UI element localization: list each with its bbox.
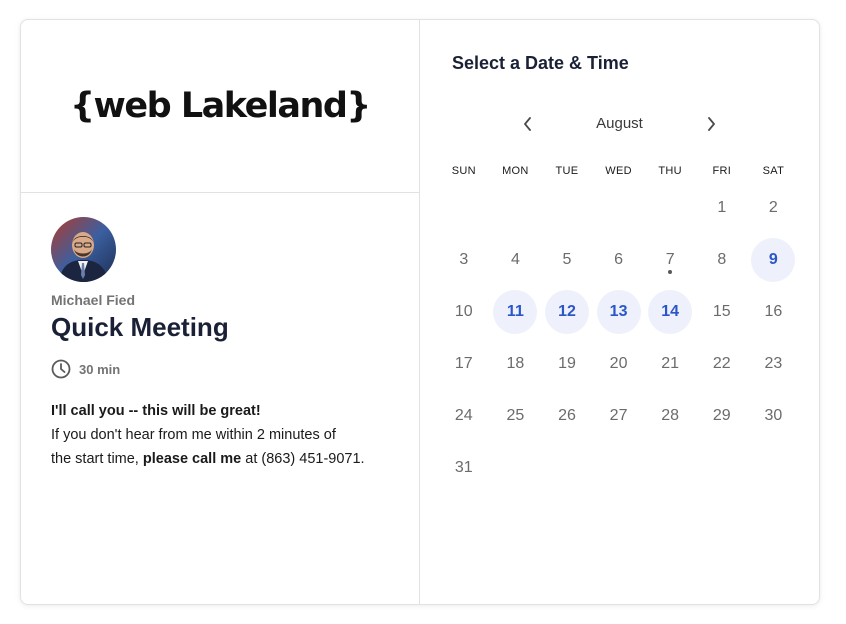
day-28-button: 28 — [661, 407, 680, 424]
weekday-header: SUN MON TUE WED THU FRI SAT — [438, 165, 799, 177]
chevron-right-icon — [705, 116, 717, 132]
weekday-fri: FRI — [712, 165, 732, 177]
day-cell: 20 — [593, 338, 645, 390]
day-29-button: 29 — [712, 407, 731, 424]
day-17-button: 17 — [454, 355, 473, 372]
day-cell: 31 — [438, 442, 490, 494]
day-5-button: 5 — [562, 251, 572, 268]
event-duration: 30 min — [51, 359, 389, 379]
day-cell: 10 — [438, 286, 490, 338]
description-line-1: If you don't hear from me within 2 minut… — [51, 427, 336, 443]
day-cell: 16 — [748, 286, 800, 338]
day-9-available-button[interactable]: 9 — [751, 238, 796, 282]
day-cell: 2 — [748, 182, 800, 234]
day-4-button: 4 — [510, 251, 520, 268]
month-label: August — [596, 115, 643, 132]
day-cell: 26 — [541, 390, 593, 442]
day-21-button: 21 — [661, 355, 680, 372]
description-bold: I'll call you -- this will be great! — [51, 403, 261, 419]
month-navigation: August — [420, 112, 819, 136]
empty-cell — [541, 182, 593, 234]
event-description: I'll call you -- this will be great! If … — [51, 399, 389, 471]
event-info: Michael Fied Quick Meeting 30 min I'll c… — [21, 193, 419, 471]
day-6-button: 6 — [614, 251, 624, 268]
day-cell: 15 — [696, 286, 748, 338]
next-month-button[interactable] — [699, 112, 723, 136]
brand-logo: {web Lakeland} — [70, 86, 371, 126]
day-25-button: 25 — [506, 407, 525, 424]
empty-cell — [490, 182, 542, 234]
calendar-panel: Select a Date & Time August SUN MON TUE WED… — [420, 20, 819, 604]
day-13-available-button[interactable]: 13 — [596, 290, 641, 334]
day-20-button: 20 — [609, 355, 628, 372]
day-cell: 5 — [541, 234, 593, 286]
empty-cell — [593, 182, 645, 234]
day-cell: 30 — [748, 390, 800, 442]
day-cell: 8 — [696, 234, 748, 286]
today-indicator-dot — [668, 270, 673, 274]
empty-cell — [644, 182, 696, 234]
day-27-button: 27 — [609, 407, 628, 424]
section-title: Select a Date & Time — [452, 53, 629, 73]
day-cell: 24 — [438, 390, 490, 442]
day-cell: 27 — [593, 390, 645, 442]
event-details-panel: {web Lakeland} Michael Fied Quick Meetin… — [21, 20, 420, 604]
day-cell: 12 — [541, 286, 593, 338]
day-19-button: 19 — [558, 355, 576, 372]
day-cell: 23 — [748, 338, 800, 390]
weekday-mon: MON — [502, 165, 529, 177]
day-26-button: 26 — [558, 407, 576, 424]
weekday-thu: THU — [658, 165, 682, 177]
avatar — [51, 217, 116, 282]
weekday-sat: SAT — [762, 165, 785, 177]
day-8-button: 8 — [717, 251, 727, 268]
day-11-available-button[interactable]: 11 — [493, 290, 538, 334]
day-cell: 21 — [644, 338, 696, 390]
day-31-button: 31 — [454, 459, 473, 476]
day-14-available-button[interactable]: 14 — [648, 290, 693, 334]
day-7-button: 7 — [648, 238, 692, 282]
weekday-tue: TUE — [555, 165, 579, 177]
day-cell: 19 — [541, 338, 593, 390]
day-cell: 29 — [696, 390, 748, 442]
day-15-button: 15 — [712, 303, 731, 320]
day-cell: 17 — [438, 338, 490, 390]
day-cell: 4 — [490, 234, 542, 286]
host-name: Michael Fied — [51, 292, 136, 308]
day-cell: 11 — [490, 286, 542, 338]
day-18-button: 18 — [506, 355, 525, 372]
day-cell: 22 — [696, 338, 748, 390]
day-cell: 18 — [490, 338, 542, 390]
logo-area: {web Lakeland} — [21, 20, 419, 193]
calendar-grid: 1 2 3 4 5 6 7 8 9 10 11 12 13 14 15 16 17 18 19 20 21 22 23 24 2… — [438, 182, 799, 494]
day-30-button: 30 — [764, 407, 783, 424]
day-16-button: 16 — [764, 303, 783, 320]
empty-cell — [438, 182, 490, 234]
day-23-button: 23 — [764, 355, 783, 372]
booking-card: {web Lakeland} Michael Fied Quick Meetin… — [20, 19, 820, 605]
day-12-available-button[interactable]: 12 — [544, 290, 589, 334]
weekday-wed: WED — [605, 165, 632, 177]
weekday-sun: SUN — [451, 165, 476, 177]
day-cell: 14 — [644, 286, 696, 338]
day-cell: 6 — [593, 234, 645, 286]
day-2-button: 2 — [768, 199, 778, 216]
day-10-button: 10 — [454, 303, 473, 320]
day-cell: 25 — [490, 390, 542, 442]
day-cell: 13 — [593, 286, 645, 338]
duration-label: 30 min — [79, 361, 121, 377]
event-title: Quick Meeting — [51, 312, 229, 342]
description-line-2: the start time, please call me at (863) … — [51, 451, 365, 467]
day-1-button: 1 — [717, 199, 727, 216]
day-cell: 9 — [748, 234, 800, 286]
day-3-button: 3 — [459, 251, 469, 268]
day-cell: 28 — [644, 390, 696, 442]
day-cell: 3 — [438, 234, 490, 286]
clock-icon — [51, 359, 71, 379]
day-cell: 7 — [644, 234, 696, 286]
day-24-button: 24 — [454, 407, 473, 424]
day-cell: 1 — [696, 182, 748, 234]
day-22-button: 22 — [712, 355, 731, 372]
